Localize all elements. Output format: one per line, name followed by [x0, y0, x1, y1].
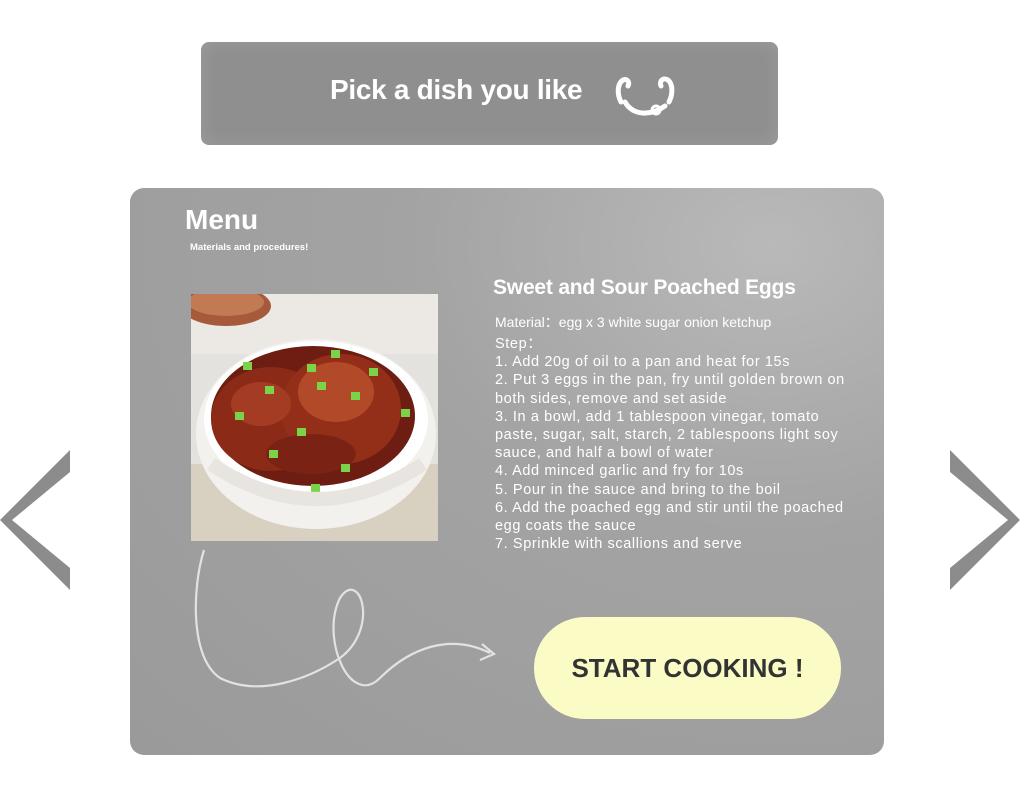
dish-name: Sweet and Sour Poached Eggs: [493, 276, 796, 299]
dish-steps: Step： 1. Add 20g of oil to a pan and hea…: [495, 335, 845, 553]
step-item: 5. Pour in the sauce and bring to the bo…: [495, 481, 781, 498]
chevron-left-icon[interactable]: [0, 450, 72, 590]
curly-arrow-decoration: [194, 549, 497, 688]
menu-subtitle: Materials and procedures!: [190, 242, 309, 253]
dish-materials: Material：egg x 3 white sugar onion ketch…: [495, 314, 772, 330]
menu-card: Menu Materials and procedures! Sweet and…: [130, 188, 884, 755]
top-banner: Pick a dish you like: [201, 42, 778, 145]
chevron-right-icon[interactable]: [948, 450, 1020, 590]
start-cooking-button[interactable]: START COOKING !: [534, 617, 841, 719]
menu-title: Menu: [185, 204, 259, 235]
step-item: 6. Add the poached egg and stir until th…: [495, 499, 844, 535]
step-item: 4. Add minced garlic and fry for 10s: [495, 463, 744, 480]
step-header: Step：: [495, 336, 543, 352]
dish-photo: [191, 294, 438, 541]
banner-title: Pick a dish you like: [330, 74, 583, 105]
step-item: 3. In a bowl, add 1 tablespoon vinegar, …: [495, 408, 839, 462]
smile-icon: [615, 76, 675, 116]
step-item: 2. Put 3 eggs in the pan, fry until gold…: [495, 372, 845, 407]
step-item: 1. Add 20g of oil to a pan and heat for …: [495, 354, 791, 371]
step-item: 7. Sprinkle with scallions and serve: [495, 536, 743, 553]
